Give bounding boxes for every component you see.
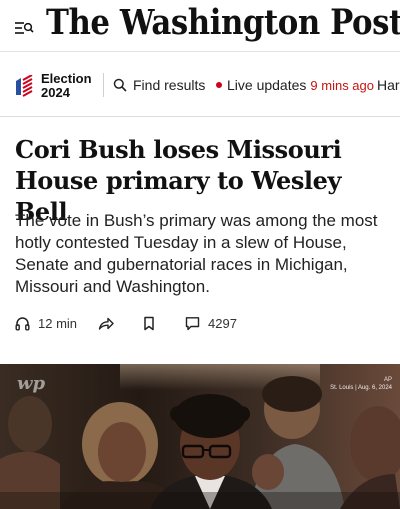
site-logo[interactable]: The Washington Post [46, 2, 400, 43]
listen-duration: 12 min [38, 316, 78, 331]
share-arrow-icon [98, 317, 114, 330]
election-2024-link[interactable]: Election 2024 [14, 71, 92, 101]
bookmark-button[interactable] [143, 316, 155, 331]
election-label: Election 2024 [41, 72, 92, 100]
find-results-link[interactable]: Find results [113, 77, 205, 93]
lead-photo[interactable]: wp AP St. Louis | Aug. 6, 2024 [0, 364, 400, 509]
masthead: The Washington Post [0, 0, 400, 52]
comment-icon [185, 317, 200, 331]
live-dot-icon [216, 82, 222, 88]
wp-watermark: wp [17, 373, 46, 394]
article-dek: The vote in Bush’s primary was among the… [15, 211, 378, 296]
search-icon [113, 78, 127, 92]
live-updates-label: Live updates [227, 77, 307, 93]
nav-divider [103, 73, 104, 97]
bookmark-icon [144, 316, 154, 331]
menu-search-icon[interactable] [12, 16, 36, 40]
section-nav: Election 2024 Find results Live updates … [0, 53, 400, 117]
share-button[interactable] [98, 316, 114, 331]
photo-credit-agency: AP [383, 377, 392, 383]
photo-credit-location: St. Louis | Aug. 6, 2024 [330, 385, 392, 391]
nav-item-truncated[interactable]: Har [377, 77, 400, 93]
live-updates-time: 9 mins ago [310, 77, 374, 93]
headphones-icon [15, 317, 30, 331]
election-label-line2: 2024 [41, 85, 70, 100]
comments-button[interactable]: 4297 [185, 316, 237, 331]
find-results-label: Find results [133, 77, 206, 93]
election-label-line1: Election [41, 71, 92, 86]
election-flag-icon [16, 75, 33, 97]
article-toolbar: 12 min 4297 [15, 316, 385, 338]
live-updates-link[interactable]: Live updates 9 mins ago [216, 77, 374, 93]
listen-button[interactable]: 12 min [15, 316, 77, 331]
comment-count: 4297 [208, 316, 237, 331]
